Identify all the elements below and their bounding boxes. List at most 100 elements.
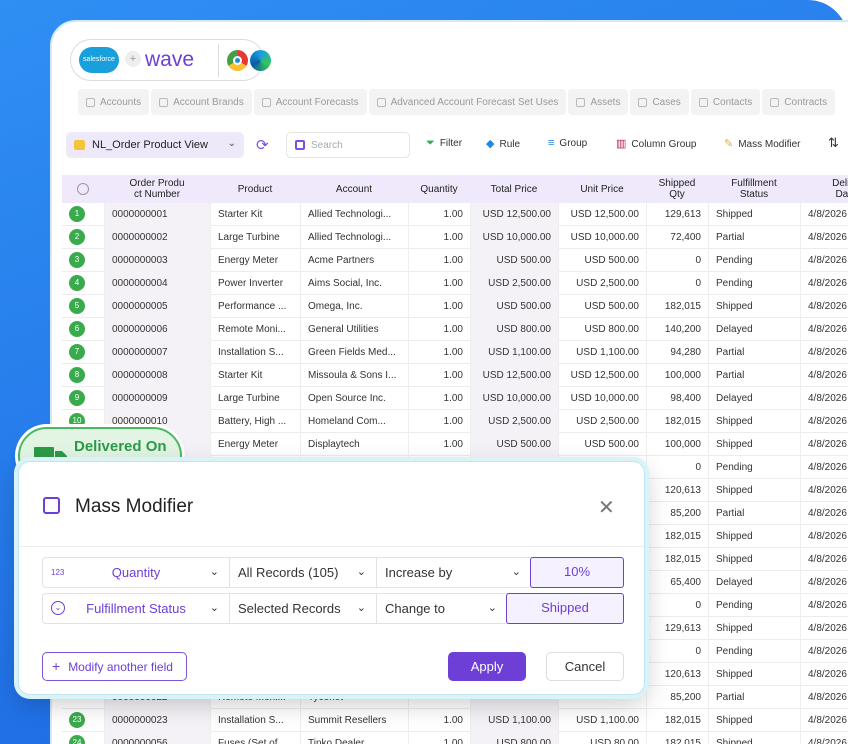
- tab-accounts[interactable]: Accounts: [78, 89, 150, 115]
- cell-status[interactable]: Pending: [708, 272, 800, 295]
- cell-date[interactable]: 4/8/2026: [800, 295, 848, 318]
- cell-status[interactable]: Partial: [708, 502, 800, 525]
- cell-total[interactable]: USD 500.00: [470, 433, 558, 456]
- cell-date[interactable]: 4/8/2026: [800, 525, 848, 548]
- table-row[interactable]: 8 0000000008 Starter Kit Missoula & Sons I.…: [62, 364, 848, 387]
- cell-product[interactable]: Remote Moni...: [210, 318, 300, 341]
- search-input[interactable]: Search: [286, 132, 410, 158]
- cell-unit[interactable]: USD 12,500.00: [558, 203, 646, 226]
- cell-status[interactable]: Shipped: [708, 525, 800, 548]
- cell-status[interactable]: Partial: [708, 686, 800, 709]
- cell-product[interactable]: Energy Meter: [210, 433, 300, 456]
- cell-unit[interactable]: USD 500.00: [558, 433, 646, 456]
- rule-button[interactable]: ◆ Rule: [486, 137, 520, 150]
- tab-advanced-account-forecast-set-uses[interactable]: Advanced Account Forecast Set Uses: [368, 89, 567, 115]
- cell-date[interactable]: 4/8/2026: [800, 203, 848, 226]
- table-row[interactable]: 4 0000000004 Power Inverter Aims Social, In…: [62, 272, 848, 295]
- cell-unit[interactable]: USD 1,100.00: [558, 341, 646, 364]
- cell-order[interactable]: 0000000056: [104, 732, 210, 744]
- cell-shipped[interactable]: 72,400: [646, 226, 708, 249]
- cell-unit[interactable]: USD 10,000.00: [558, 226, 646, 249]
- cell-order[interactable]: 0000000007: [104, 341, 210, 364]
- cell-account[interactable]: Homeland Com...: [300, 410, 408, 433]
- cell-order[interactable]: 0000000004: [104, 272, 210, 295]
- value-input[interactable]: 10%: [530, 557, 624, 588]
- cell-total[interactable]: USD 800.00: [470, 732, 558, 744]
- sort-icon[interactable]: ⇅: [828, 135, 839, 151]
- cell-unit[interactable]: USD 800.00: [558, 318, 646, 341]
- cell-shipped[interactable]: 98,400: [646, 387, 708, 410]
- header-fulfillment-status[interactable]: Fulfillment Status: [708, 175, 800, 203]
- cell-date[interactable]: 4/8/2026: [800, 479, 848, 502]
- table-row[interactable]: 6 0000000006 Remote Moni... General Utiliti…: [62, 318, 848, 341]
- filter-button[interactable]: ⏷ Filter: [426, 137, 462, 150]
- cell-account[interactable]: Summit Resellers: [300, 709, 408, 732]
- cell-shipped[interactable]: 129,613: [646, 203, 708, 226]
- cell-shipped[interactable]: 182,015: [646, 295, 708, 318]
- cell-qty[interactable]: 1.00: [408, 341, 470, 364]
- cell-status[interactable]: Pending: [708, 594, 800, 617]
- cell-qty[interactable]: 1.00: [408, 410, 470, 433]
- cell-date[interactable]: 4/8/2026: [800, 663, 848, 686]
- cell-date[interactable]: 4/8/2026: [800, 433, 848, 456]
- header-order-number[interactable]: Order Produ ct Number: [104, 175, 210, 203]
- cell-date[interactable]: 4/8/2026: [800, 318, 848, 341]
- header-account[interactable]: Account: [300, 175, 408, 203]
- cell-total[interactable]: USD 2,500.00: [470, 272, 558, 295]
- cell-account[interactable]: Missoula & Sons I...: [300, 364, 408, 387]
- cell-shipped[interactable]: 0: [646, 640, 708, 663]
- cell-order[interactable]: 0000000001: [104, 203, 210, 226]
- cell-qty[interactable]: 1.00: [408, 226, 470, 249]
- cell-account[interactable]: Allied Technologi...: [300, 226, 408, 249]
- tab-account-forecasts[interactable]: Account Forecasts: [253, 89, 367, 115]
- cell-status[interactable]: Partial: [708, 364, 800, 387]
- cell-qty[interactable]: 1.00: [408, 272, 470, 295]
- cell-unit[interactable]: USD 2,500.00: [558, 410, 646, 433]
- modify-another-field-button[interactable]: + Modify another field: [42, 652, 187, 681]
- select-all-checkbox[interactable]: [62, 175, 104, 203]
- cell-date[interactable]: 4/8/2026: [800, 456, 848, 479]
- cell-total[interactable]: USD 800.00: [470, 318, 558, 341]
- cell-total[interactable]: USD 12,500.00: [470, 364, 558, 387]
- cell-shipped[interactable]: 0: [646, 594, 708, 617]
- cell-status[interactable]: Shipped: [708, 410, 800, 433]
- table-row[interactable]: 7 0000000007 Installation S... Green Fields…: [62, 341, 848, 364]
- cell-date[interactable]: 4/8/2026: [800, 617, 848, 640]
- cell-qty[interactable]: 1.00: [408, 387, 470, 410]
- cell-shipped[interactable]: 85,200: [646, 502, 708, 525]
- cell-account[interactable]: Acme Partners: [300, 249, 408, 272]
- table-row[interactable]: 9 0000000009 Large Turbine Open Source Inc.…: [62, 387, 848, 410]
- cell-product[interactable]: Starter Kit: [210, 203, 300, 226]
- cell-total[interactable]: USD 2,500.00: [470, 410, 558, 433]
- header-delivery-date[interactable]: Delive Date: [800, 175, 848, 203]
- action-select[interactable]: Change to ⌄: [376, 594, 507, 623]
- cell-account[interactable]: Allied Technologi...: [300, 203, 408, 226]
- table-row[interactable]: 10 0000000010 Battery, High ... Homeland Co…: [62, 410, 848, 433]
- cell-unit[interactable]: USD 500.00: [558, 249, 646, 272]
- cell-shipped[interactable]: 65,400: [646, 571, 708, 594]
- tab-contracts[interactable]: Contracts: [762, 89, 836, 115]
- cell-qty[interactable]: 1.00: [408, 295, 470, 318]
- field-select-status[interactable]: ⌄ Fulfillment Status ⌄: [43, 594, 229, 623]
- cell-shipped[interactable]: 182,015: [646, 410, 708, 433]
- scope-select[interactable]: Selected Records ⌄: [229, 594, 376, 623]
- tab-assets[interactable]: Assets: [568, 89, 629, 115]
- cell-unit[interactable]: USD 500.00: [558, 295, 646, 318]
- cell-qty[interactable]: 1.00: [408, 318, 470, 341]
- cell-shipped[interactable]: 120,613: [646, 479, 708, 502]
- table-row[interactable]: 5 0000000005 Performance ... Omega, Inc. 1.0…: [62, 295, 848, 318]
- cell-shipped[interactable]: 182,015: [646, 732, 708, 744]
- cell-total[interactable]: USD 500.00: [470, 295, 558, 318]
- cell-unit[interactable]: USD 80.00: [558, 732, 646, 744]
- cell-shipped[interactable]: 182,015: [646, 709, 708, 732]
- cell-product[interactable]: Power Inverter: [210, 272, 300, 295]
- cell-unit[interactable]: USD 12,500.00: [558, 364, 646, 387]
- cell-shipped[interactable]: 182,015: [646, 548, 708, 571]
- cell-account[interactable]: Displaytech: [300, 433, 408, 456]
- cell-status[interactable]: Shipped: [708, 548, 800, 571]
- cell-order[interactable]: 0000000003: [104, 249, 210, 272]
- cell-total[interactable]: USD 1,100.00: [470, 709, 558, 732]
- cell-total[interactable]: USD 1,100.00: [470, 341, 558, 364]
- cell-shipped[interactable]: 0: [646, 249, 708, 272]
- cell-date[interactable]: 4/8/2026: [800, 272, 848, 295]
